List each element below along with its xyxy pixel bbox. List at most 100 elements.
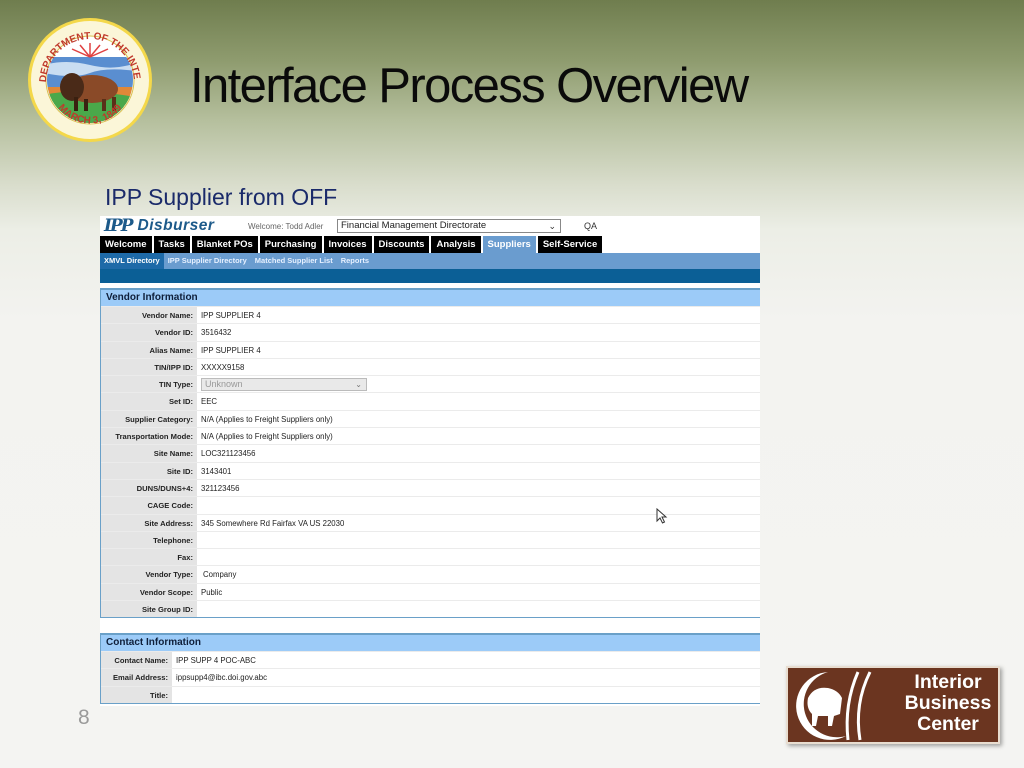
chevron-down-icon: ⌄ [355, 380, 362, 390]
page-number: 8 [78, 706, 90, 729]
ibc-line-1: Interior [914, 671, 982, 693]
field-label: Supplier Category: [101, 410, 197, 428]
ipp-logo-mark: IPP [104, 216, 133, 236]
tin-type-select-value: Unknown [205, 379, 243, 390]
app-name: Disburser [137, 217, 215, 234]
site-group-id-value [197, 601, 760, 617]
table-row: Site Group ID: [101, 600, 760, 618]
table-row: Supplier Category: N/A (Applies to Freigh… [101, 409, 760, 428]
field-label: Vendor Type: [101, 566, 197, 583]
table-row: Title: [101, 685, 760, 703]
email-address-value: ippsupp4@ibc.doi.gov.abc [176, 673, 267, 683]
environment-label: QA [584, 221, 598, 231]
interior-business-center-logo: Interior Business Center [786, 666, 1000, 744]
field-label: Fax: [101, 549, 197, 566]
subnav-reports[interactable]: Reports [337, 253, 373, 269]
field-label: Alias Name: [101, 341, 197, 358]
tin-type-cell: Unknown ⌄ [197, 376, 760, 392]
subnav-matched-supplier-list[interactable]: Matched Supplier List [251, 253, 337, 269]
bison-crescent-icon [796, 671, 872, 741]
table-row: Vendor Type: Company [101, 565, 760, 583]
field-label: Transportation Mode: [101, 428, 197, 445]
transportation-mode-value: N/A (Applies to Freight Suppliers only) [201, 432, 333, 442]
table-row: Set ID: EEC [101, 392, 760, 410]
table-row: Alias Name: IPP SUPPLIER 4 [101, 340, 760, 358]
nav-tab-invoices[interactable]: Invoices [323, 236, 372, 253]
field-label: Site Address: [101, 514, 197, 531]
mouse-pointer-icon [656, 508, 668, 524]
fax-value [197, 549, 760, 565]
contact-information-panel: Contact Information Contact Name: IPP SUP… [100, 633, 760, 704]
sub-nav: XMVL Directory IPP Supplier Directory Ma… [100, 253, 760, 269]
table-row: Email Address: ippsupp4@ibc.doi.gov.abc [101, 668, 760, 686]
nav-tab-discounts[interactable]: Discounts [373, 236, 430, 253]
chevron-down-icon: ⌄ [548, 221, 556, 231]
field-label: Vendor ID: [101, 324, 197, 341]
ibc-logo-text: Interior Business Center [898, 672, 998, 735]
doi-seal-logo: U.S. DEPARTMENT OF THE INTERIOR MARCH 3,… [26, 17, 152, 142]
nav-tab-analysis[interactable]: Analysis [431, 236, 481, 253]
vendor-scope-value: Public [201, 587, 223, 597]
app-logo[interactable]: IPP Disburser [104, 216, 215, 236]
tin-type-select[interactable]: Unknown ⌄ [201, 378, 367, 392]
set-id-value: EEC [201, 397, 218, 407]
header-band [100, 269, 760, 283]
vendor-id-value: 3516432 [201, 328, 232, 338]
duns-value: 321123456 [201, 483, 240, 493]
table-row: Vendor ID: 3516432 [101, 323, 760, 341]
field-label: Site Group ID: [101, 601, 197, 618]
nav-tab-self-service[interactable]: Self-Service [537, 236, 603, 253]
table-row: TIN Type: Unknown ⌄ [101, 375, 760, 393]
vendor-type-value: Company [203, 570, 237, 580]
site-name-value: LOC321123456 [201, 449, 256, 459]
table-row: Site Name: LOC321123456 [101, 444, 760, 462]
field-label: Site Name: [101, 445, 197, 462]
table-row: Vendor Scope: Public [101, 582, 760, 601]
slide-subtitle: IPP Supplier from OFF [105, 184, 338, 210]
ibc-line-2: Business [904, 692, 992, 714]
title-value [172, 687, 760, 703]
field-label: TIN/IPP ID: [101, 358, 197, 376]
alias-name-value: IPP SUPPLIER 4 [201, 345, 261, 355]
table-row: DUNS/DUNS+4: 321123456 [101, 478, 760, 497]
welcome-text: Welcome: Todd Adler [248, 222, 324, 231]
organization-select[interactable]: Financial Management Directorate ⌄ [337, 219, 561, 233]
telephone-value [197, 532, 760, 548]
table-row: Contact Name: IPP SUPP 4 POC-ABC [101, 651, 760, 669]
field-label: CAGE Code: [101, 497, 197, 514]
field-label: Set ID: [101, 393, 197, 410]
subnav-xmvl-directory[interactable]: XMVL Directory [100, 253, 164, 269]
vendor-information-heading: Vendor Information [101, 289, 760, 306]
field-label: Vendor Scope: [101, 583, 197, 601]
table-row: Fax: [101, 548, 760, 566]
field-label: Site ID: [101, 462, 197, 479]
table-row: Telephone: [101, 530, 760, 549]
site-id-value: 3143401 [201, 466, 232, 476]
nav-tab-purchasing[interactable]: Purchasing [259, 236, 322, 253]
subnav-ipp-supplier-directory[interactable]: IPP Supplier Directory [164, 253, 251, 269]
field-label: Email Address: [101, 669, 172, 686]
nav-tab-welcome[interactable]: Welcome [100, 236, 152, 253]
field-label: Title: [101, 686, 172, 703]
field-label: DUNS/DUNS+4: [101, 479, 197, 497]
site-address-value: 345 Somewhere Rd Fairfax VA US 22030 [201, 518, 345, 528]
field-label: Contact Name: [101, 652, 172, 669]
table-row: Site ID: 3143401 [101, 461, 760, 479]
disburser-app-screenshot: IPP Disburser Welcome: Todd Adler Financ… [100, 216, 760, 706]
nav-tab-blanket-pos[interactable]: Blanket POs [191, 236, 258, 253]
field-label: Telephone: [101, 531, 197, 549]
ibc-line-3: Center [917, 713, 979, 735]
main-nav: Welcome Tasks Blanket POs Purchasing Inv… [100, 236, 605, 253]
slide-title: Interface Process Overview [190, 59, 749, 113]
contact-information-heading: Contact Information [101, 634, 760, 651]
tin-ipp-id-value: XXXXX9158 [201, 362, 245, 372]
nav-tab-tasks[interactable]: Tasks [153, 236, 190, 253]
app-header: IPP Disburser Welcome: Todd Adler Financ… [100, 216, 760, 236]
organization-select-value: Financial Management Directorate [341, 220, 487, 231]
field-label: TIN Type: [101, 376, 197, 393]
cage-code-value [197, 497, 760, 513]
table-row: TIN/IPP ID: XXXXX9158 [101, 357, 760, 376]
nav-tab-suppliers[interactable]: Suppliers [482, 236, 536, 253]
contact-name-value: IPP SUPP 4 POC-ABC [176, 656, 256, 665]
table-row: Vendor Name: IPP SUPPLIER 4 [101, 306, 760, 324]
